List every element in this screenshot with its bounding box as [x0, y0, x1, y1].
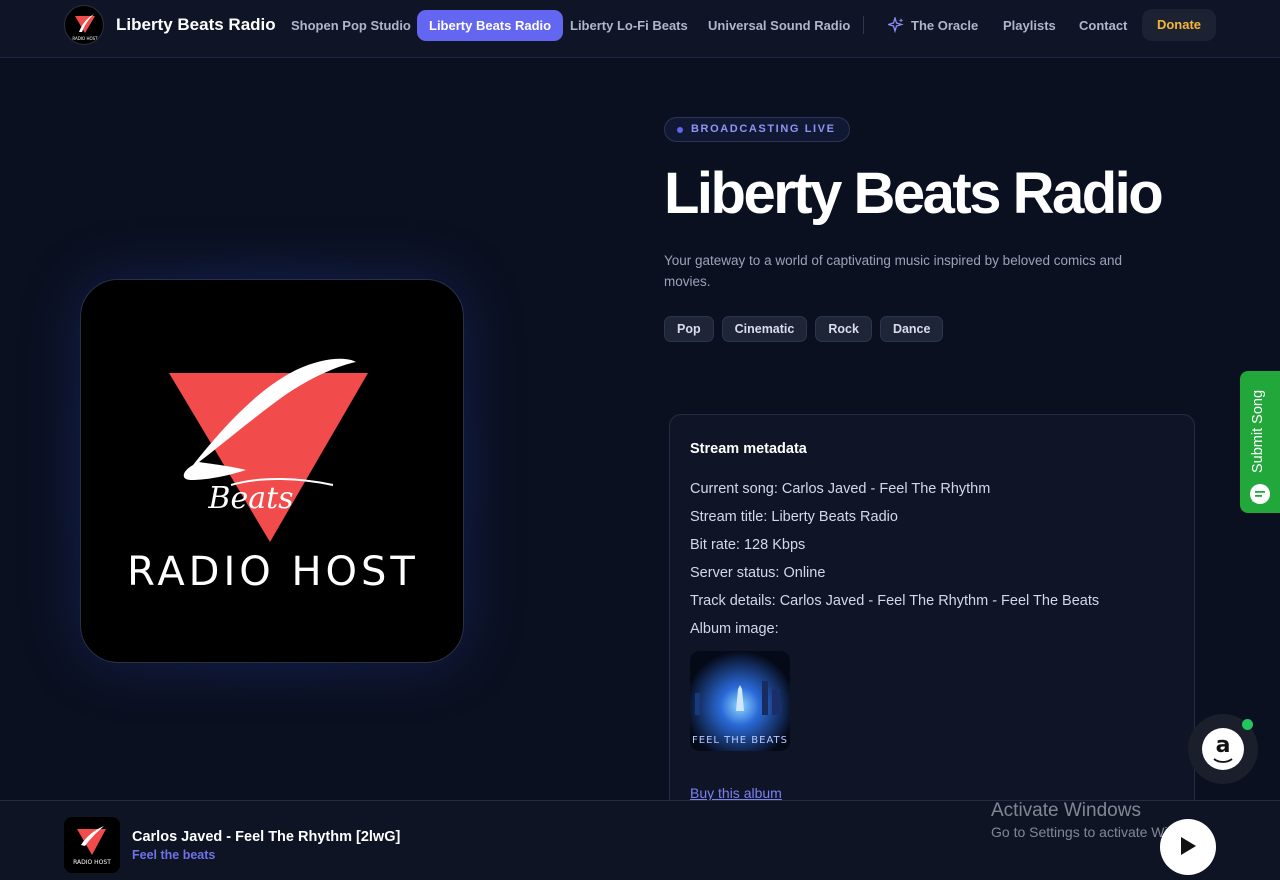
radio-host-logo-icon: RADIO HOST — [73, 826, 111, 866]
now-playing-art: RADIO HOST — [64, 817, 120, 873]
sparkle-icon — [888, 17, 904, 34]
submit-song-label: Submit Song — [1250, 389, 1266, 473]
nav-link-liberty-lofi-beats[interactable]: Liberty Lo-Fi Beats — [558, 10, 700, 41]
logo-text: RADIO HOST — [72, 36, 98, 41]
now-playing-title: Carlos Javed - Feel The Rhythm [2lwG] — [132, 829, 401, 845]
metadata-server-status: Server status: Online — [690, 565, 826, 581]
nav-link-the-oracle[interactable]: The Oracle — [876, 10, 990, 41]
album-thumb-text: FEEL THE BEATS — [692, 735, 788, 746]
nav-link-contact[interactable]: Contact — [1067, 10, 1139, 41]
genre-tag[interactable]: Pop — [664, 316, 714, 342]
submit-song-tab[interactable]: Submit Song — [1240, 371, 1280, 513]
metadata-album-image-label: Album image: — [690, 621, 779, 637]
donate-button[interactable]: Donate — [1142, 9, 1216, 41]
metadata-heading: Stream metadata — [690, 441, 807, 457]
badge-label: BROADCASTING LIVE — [691, 123, 836, 135]
amazon-smile-icon — [1213, 758, 1233, 763]
genre-tag[interactable]: Rock — [815, 316, 872, 342]
logo-text: RADIO HOST — [73, 859, 111, 866]
now-playing-subtitle: Feel the beats — [132, 848, 216, 862]
nav-link-liberty-beats-radio[interactable]: Liberty Beats Radio — [417, 10, 564, 41]
metadata-bit-rate: Bit rate: 128 Kbps — [690, 537, 806, 553]
radio-host-logo-icon: Beats RADIO HOST — [127, 358, 419, 595]
album-cover-image: FEEL THE BEATS — [690, 651, 790, 751]
logo-script-text: Beats — [207, 481, 293, 516]
live-dot-icon — [677, 127, 683, 133]
station-logo-art: Beats RADIO HOST — [80, 279, 464, 663]
metadata-track-details: Track details: Carlos Javed - Feel The R… — [690, 593, 1100, 609]
watermark-line-1: Activate Windows — [991, 800, 1141, 821]
page-title: Liberty Beats Radio — [664, 161, 1164, 226]
metadata-stream-title: Stream title: Liberty Beats Radio — [690, 509, 898, 525]
metadata-current-song: Current song: Carlos Javed - Feel The Rh… — [690, 481, 991, 497]
brand-name[interactable]: Liberty Beats Radio — [116, 15, 276, 35]
online-status-dot — [1242, 719, 1253, 730]
amazon-logo-icon: a — [1202, 728, 1244, 770]
top-nav: RADIO HOST Liberty Beats Radio Shopen Po… — [0, 0, 1280, 58]
nav-link-playlists[interactable]: Playlists — [991, 10, 1068, 41]
station-description: Your gateway to a world of captivating m… — [664, 253, 1122, 289]
site-logo[interactable]: RADIO HOST — [64, 5, 104, 45]
amazon-button[interactable]: a — [1188, 714, 1258, 784]
album-image: FEEL THE BEATS — [690, 651, 790, 751]
amazon-letter: a — [1215, 733, 1231, 758]
genre-tag[interactable]: Cinematic — [721, 316, 808, 342]
nav-link-label: The Oracle — [911, 18, 979, 33]
broadcasting-live-badge: BROADCASTING LIVE — [664, 117, 850, 142]
play-button[interactable] — [1160, 819, 1216, 875]
radio-host-logo-icon: RADIO HOST — [72, 14, 98, 41]
stream-metadata-card: Stream metadata Current song: Carlos Jav… — [669, 414, 1195, 814]
nav-link-universal-sound-radio[interactable]: Universal Sound Radio — [696, 10, 862, 41]
play-icon — [1181, 837, 1196, 855]
nav-divider — [863, 16, 864, 34]
genre-tag[interactable]: Dance — [879, 316, 944, 342]
genre-tags: Pop Cinematic Rock Dance — [664, 316, 944, 342]
chat-bubble-icon — [1250, 484, 1270, 504]
logo-text: RADIO HOST — [127, 549, 419, 595]
buy-album-link[interactable]: Buy this album — [690, 785, 782, 801]
nav-link-shopen-pop-studio[interactable]: Shopen Pop Studio — [279, 10, 423, 41]
